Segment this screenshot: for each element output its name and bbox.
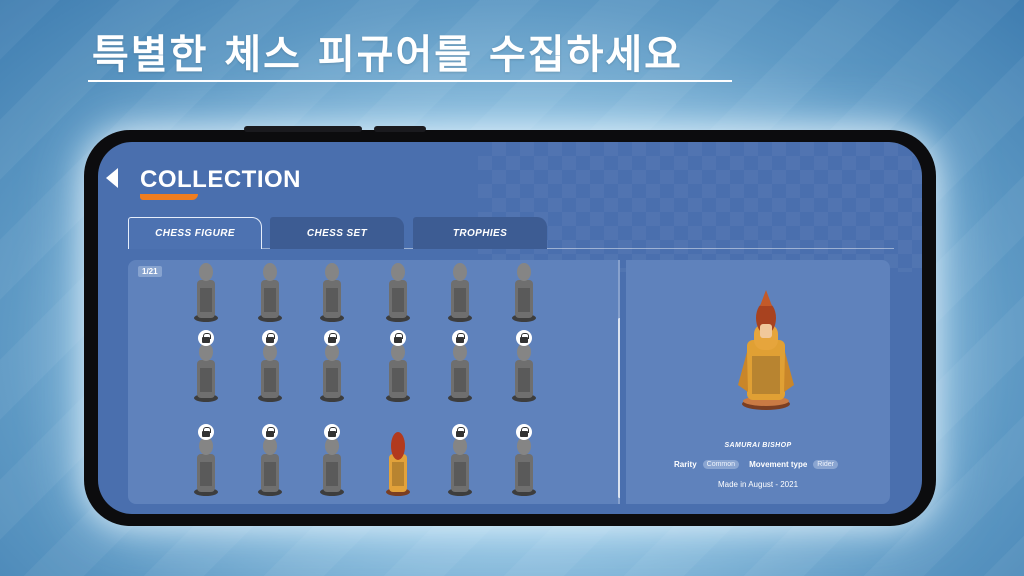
lock-icon [262, 330, 278, 346]
chess-figure-icon [386, 432, 410, 496]
lock-icon [324, 424, 340, 440]
chess-figure-card[interactable] [254, 260, 286, 324]
grid-scrollbar[interactable] [618, 260, 620, 504]
lock-icon [324, 330, 340, 346]
chess-figure-card[interactable] [508, 326, 540, 404]
chess-figure-card[interactable] [382, 420, 414, 498]
chess-figure-icon [512, 263, 536, 322]
lock-icon [262, 424, 278, 440]
chess-figure-card[interactable] [254, 326, 286, 404]
chess-figure-card[interactable] [444, 326, 476, 404]
chess-figure-card[interactable] [190, 420, 222, 498]
lock-icon [516, 424, 532, 440]
headline-divider [88, 80, 732, 82]
chess-figure-icon [258, 263, 282, 322]
phone-power-button [374, 126, 426, 132]
figure-grid[interactable]: 1/21 [128, 260, 620, 504]
figure-stats: Rarity Common Movement type Rider [626, 460, 890, 469]
chess-figure-card[interactable] [190, 260, 222, 324]
page-indicator: 1/21 [138, 266, 162, 277]
grid-scrollbar-thumb[interactable] [618, 318, 620, 498]
movement-label: Movement type [749, 460, 808, 469]
chess-figure-card[interactable] [508, 420, 540, 498]
chess-figure-card[interactable] [508, 260, 540, 324]
chess-figure-icon [320, 263, 344, 322]
chess-figure-card[interactable] [316, 326, 348, 404]
title-accent-bar [140, 194, 198, 200]
page-title: COLLECTION [140, 166, 301, 193]
lock-icon [198, 424, 214, 440]
chess-figure-card[interactable] [444, 420, 476, 498]
lock-icon [516, 330, 532, 346]
phone-volume-button [244, 126, 362, 132]
chess-figure-icon [194, 263, 218, 322]
chess-figure-card[interactable] [382, 260, 414, 324]
header-checker-pattern [478, 142, 922, 272]
promo-headline: 특별한 체스 피규어를 수집하세요 [92, 32, 683, 78]
back-arrow-icon[interactable] [106, 168, 118, 188]
game-screen: COLLECTION CHESS FIGURE CHESS SET TROPHI… [98, 142, 922, 514]
phone-frame: COLLECTION CHESS FIGURE CHESS SET TROPHI… [84, 126, 936, 526]
rarity-label: Rarity [673, 460, 697, 469]
chess-figure-card[interactable] [316, 260, 348, 324]
rarity-value: Common [702, 460, 740, 469]
chess-figure-card[interactable] [254, 420, 286, 498]
lock-icon [452, 330, 468, 346]
lock-icon [390, 330, 406, 346]
tab-trophies[interactable]: TROPHIES [413, 217, 547, 249]
collection-tabs: CHESS FIGURE CHESS SET TROPHIES [128, 217, 894, 249]
samurai-bishop-figure-icon [738, 290, 794, 410]
tab-chess-figure[interactable]: CHESS FIGURE [128, 217, 262, 249]
chess-figure-card[interactable] [444, 260, 476, 324]
chess-figure-card[interactable] [190, 326, 222, 404]
lock-icon [452, 424, 468, 440]
chess-figure-icon [386, 263, 410, 322]
movement-value: Rider [813, 460, 839, 469]
chess-figure-card[interactable] [382, 326, 414, 404]
tab-chess-set[interactable]: CHESS SET [270, 217, 404, 249]
figure-detail-panel: SAMURAI BISHOP Rarity Common Movement ty… [626, 260, 890, 504]
chess-figure-icon [448, 263, 472, 322]
figure-name: SAMURAI BISHOP [724, 442, 792, 449]
figure-made-date: Made in August - 2021 [717, 480, 799, 489]
chess-figure-card[interactable] [316, 420, 348, 498]
lock-icon [198, 330, 214, 346]
